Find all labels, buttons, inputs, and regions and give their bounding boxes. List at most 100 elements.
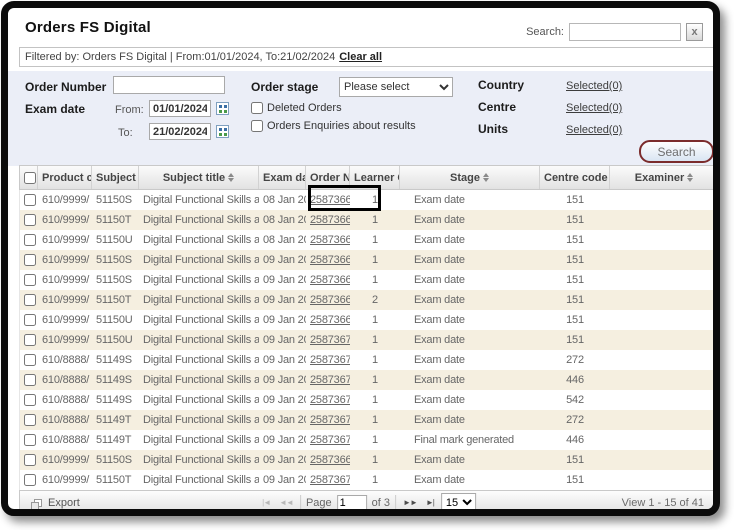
row-checkbox[interactable] xyxy=(24,394,36,406)
order-stage-select[interactable]: Please select xyxy=(339,77,453,97)
row-checkbox[interactable] xyxy=(24,334,36,346)
row-checkbox[interactable] xyxy=(24,214,36,226)
order-number-cell: 2587366 xyxy=(306,230,350,250)
order-number-link[interactable]: 2587366 xyxy=(310,254,350,266)
learner-count-cell: 1 xyxy=(350,430,400,450)
examiner-cell xyxy=(610,430,718,450)
table-row: 610/8888/51149TDigital Functional Skills… xyxy=(20,410,716,430)
export-button[interactable]: Export xyxy=(34,497,80,509)
order-number-link[interactable]: 2587366 xyxy=(310,274,350,286)
column-header-label: Subject title xyxy=(163,172,225,184)
from-date-input[interactable] xyxy=(149,100,211,117)
order-number-label: Order Number xyxy=(25,80,106,94)
prev-page-icon[interactable]: ◄◄ xyxy=(277,498,295,507)
product-code-cell: 610/8888/ xyxy=(38,430,92,450)
pager-divider xyxy=(395,495,396,510)
column-header-stage[interactable]: Stage xyxy=(400,166,540,189)
row-checkbox[interactable] xyxy=(24,454,36,466)
table-row: 610/8888/51149SDigital Functional Skills… xyxy=(20,350,716,370)
select-all-checkbox[interactable] xyxy=(24,172,36,184)
stage-cell: Final mark generated xyxy=(400,430,540,450)
table-row: 610/9999/51150SDigital Functional Skills… xyxy=(20,270,716,290)
sort-icon xyxy=(687,173,693,182)
row-checkbox[interactable] xyxy=(24,294,36,306)
column-header-centre-code[interactable]: Centre code xyxy=(540,166,610,189)
examiner-cell xyxy=(610,210,718,230)
row-checkbox[interactable] xyxy=(24,434,36,446)
column-header-product-code[interactable]: Product code xyxy=(38,166,92,189)
order-number-link[interactable]: 2587367 xyxy=(310,354,350,366)
order-number-link[interactable]: 2587366 xyxy=(310,214,350,226)
learner-count-cell: 1 xyxy=(350,470,400,490)
order-number-link[interactable]: 2587367 xyxy=(310,414,350,426)
exam-date-cell: 08 Jan 2024 xyxy=(259,190,306,210)
examiner-cell xyxy=(610,370,718,390)
annotation-highlight-box xyxy=(308,185,381,211)
row-select-cell xyxy=(20,290,38,310)
subject-code-cell: 51150T xyxy=(92,210,139,230)
search-button[interactable]: Search xyxy=(639,140,714,163)
order-number-link[interactable]: 2587367 xyxy=(310,394,350,406)
order-number-link[interactable]: 2587367 xyxy=(310,474,350,486)
product-code-cell: 610/9999/ xyxy=(38,190,92,210)
examiner-cell xyxy=(610,350,718,370)
row-checkbox[interactable] xyxy=(24,194,36,206)
learner-count-cell: 1 xyxy=(350,270,400,290)
row-checkbox[interactable] xyxy=(24,414,36,426)
row-select-cell xyxy=(20,470,38,490)
order-number-input[interactable] xyxy=(113,76,225,94)
units-label: Units xyxy=(478,122,508,136)
row-checkbox[interactable] xyxy=(24,314,36,326)
top-search-area: Search: x xyxy=(526,23,703,41)
centre-selected-link[interactable]: Selected(0) xyxy=(566,102,622,114)
learner-count-cell: 2 xyxy=(350,290,400,310)
subject-title-cell: Digital Functional Skills at xyxy=(139,230,259,250)
row-checkbox[interactable] xyxy=(24,274,36,286)
subject-code-cell: 51149S xyxy=(92,370,139,390)
order-number-link[interactable]: 2587366 xyxy=(310,294,350,306)
column-header-exam-date[interactable]: Exam date xyxy=(259,166,306,189)
product-code-cell: 610/9999/ xyxy=(38,290,92,310)
clear-all-link[interactable]: Clear all xyxy=(339,51,382,63)
row-checkbox[interactable] xyxy=(24,474,36,486)
from-label: From: xyxy=(115,104,144,116)
learner-count-cell: 1 xyxy=(350,350,400,370)
clear-search-icon[interactable]: x xyxy=(686,23,703,41)
orders-enquiries-checkbox[interactable] xyxy=(251,120,263,132)
calendar-icon[interactable] xyxy=(216,102,229,115)
row-checkbox[interactable] xyxy=(24,354,36,366)
order-number-link[interactable]: 2587367 xyxy=(310,374,350,386)
row-select-cell xyxy=(20,430,38,450)
last-page-icon[interactable]: ►| xyxy=(424,498,436,507)
row-checkbox[interactable] xyxy=(24,234,36,246)
order-number-link[interactable]: 2587366 xyxy=(310,234,350,246)
table-row: 610/8888/51149TDigital Functional Skills… xyxy=(20,430,716,450)
column-header-subject-title[interactable]: Subject title xyxy=(139,166,259,189)
total-pages-label: of 3 xyxy=(372,497,390,509)
row-select-cell xyxy=(20,270,38,290)
next-page-icon[interactable]: ►► xyxy=(401,498,419,507)
order-number-link[interactable]: 2587366 xyxy=(310,314,350,326)
centre-code-cell: 272 xyxy=(540,410,610,430)
first-page-icon[interactable]: |◄ xyxy=(260,498,272,507)
row-checkbox[interactable] xyxy=(24,254,36,266)
units-selected-link[interactable]: Selected(0) xyxy=(566,124,622,136)
subject-title-cell: Digital Functional Skills at xyxy=(139,390,259,410)
order-number-link[interactable]: 2587366 xyxy=(310,454,350,466)
column-header-examiner[interactable]: Examiner xyxy=(610,166,718,189)
to-label: To: xyxy=(118,127,133,139)
row-checkbox[interactable] xyxy=(24,374,36,386)
column-header-subject-code[interactable]: Subject code xyxy=(92,166,139,189)
page-size-select[interactable]: 15 xyxy=(441,493,476,512)
examiner-cell xyxy=(610,450,718,470)
calendar-icon[interactable] xyxy=(216,125,229,138)
to-date-input[interactable] xyxy=(149,123,211,140)
deleted-orders-checkbox[interactable] xyxy=(251,102,263,114)
page-title: Orders FS Digital xyxy=(25,19,151,36)
country-selected-link[interactable]: Selected(0) xyxy=(566,80,622,92)
column-header-label: Stage xyxy=(450,172,480,184)
order-number-link[interactable]: 2587367 xyxy=(310,334,350,346)
page-number-input[interactable] xyxy=(337,495,367,511)
order-number-link[interactable]: 2587367 xyxy=(310,434,350,446)
top-search-input[interactable] xyxy=(569,23,681,41)
